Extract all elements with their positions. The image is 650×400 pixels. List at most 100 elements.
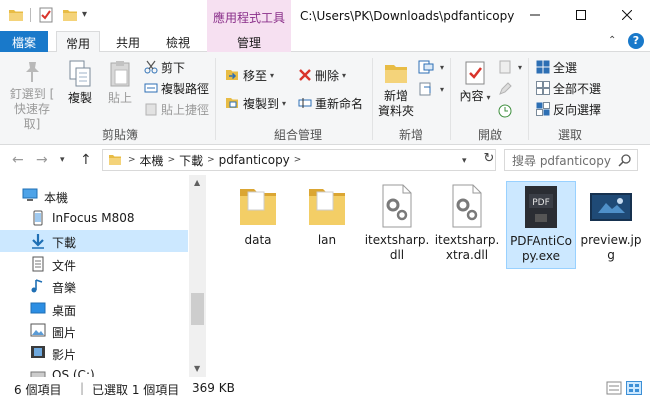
close-button[interactable] [604,0,650,30]
refresh-icon[interactable]: ↻ [480,151,498,169]
selection-count: 已選取 1 個項目 [92,383,180,397]
file-item-itextsharp-xtra-dll[interactable]: itextsharp. xtra.dll [432,183,502,263]
file-item-data[interactable]: data [223,183,293,248]
search-input[interactable]: 搜尋 pdfanticopy [504,149,638,171]
easy-access-button[interactable]: ▾ [418,80,444,98]
breadcrumb-chevron-icon[interactable]: > [128,155,136,165]
image-thumbnail-icon [590,193,632,221]
address-history-dropdown-icon[interactable]: ▾ [462,156,467,166]
move-to-button[interactable]: 移至 ▾ [224,66,274,84]
breadcrumb-pdfanticopy[interactable]: pdfanticopy [219,153,290,167]
pin-to-quick-access-button[interactable]: 釘選到 [ 快速存取] [6,60,58,132]
ribbon-tabs: 檔案 常用 共用 檢視 管理 ⌃ ? [0,31,650,53]
ribbon-collapse-icon[interactable]: ⌃ [608,35,616,46]
select-none-button[interactable]: 全部不選 [536,79,601,97]
pin-label-line1: 釘選到 [ [9,87,55,101]
easy-access-icon [419,82,431,96]
nav-item-documents[interactable]: 文件 [0,253,188,275]
new-item-caret: ▾ [440,62,445,72]
nav-item-pictures[interactable]: 圖片 [0,320,188,342]
nav-item-desktop[interactable]: 桌面 [0,298,188,320]
large-icons-view-icon[interactable] [626,381,642,395]
downloads-icon [32,234,44,249]
pictures-icon [30,323,46,337]
nav-pane-scrollbar[interactable]: ▲ ▼ [189,175,206,377]
details-view-icon[interactable] [606,381,622,395]
back-arrow-icon[interactable]: ← [12,152,24,168]
copy-to-button[interactable]: 複製到 ▾ [224,94,286,112]
nav-item-music[interactable]: 音樂 [0,275,188,297]
paste-label: 貼上 [107,91,132,105]
tab-manage[interactable]: 管理 [207,31,291,52]
rename-icon [298,98,312,108]
scroll-up-icon[interactable]: ▲ [194,178,200,187]
dll-file-icon [452,184,482,228]
videos-icon [31,346,45,358]
breadcrumb-this-pc[interactable]: 本機 [140,152,164,169]
tab-view[interactable]: 檢視 [158,31,198,52]
breadcrumb-downloads[interactable]: 下載 [179,152,203,169]
breadcrumb-chevron-icon[interactable]: > [294,155,302,165]
help-icon[interactable]: ? [628,33,644,49]
file-item-lan[interactable]: lan [292,183,362,248]
scrollbar-thumb[interactable] [191,293,204,325]
copy-label: 複製 [67,91,92,105]
breadcrumb-chevron-icon[interactable]: > [207,155,215,165]
tab-share[interactable]: 共用 [108,31,148,52]
delete-button[interactable]: 刪除 ▾ [298,66,346,84]
properties-button[interactable]: 內容 ▾ [456,60,494,105]
copy-path-button[interactable]: 複製路徑 [144,79,209,97]
rename-label: 重新命名 [315,96,364,111]
nav-item-os-drive[interactable]: OS (C:) [0,364,188,377]
new-folder-icon[interactable] [62,7,78,23]
new-item-button[interactable]: ▾ [418,58,444,76]
paste-button[interactable]: 貼上 [102,60,138,106]
nav-item-downloads[interactable]: 下載 [0,230,188,252]
rename-button[interactable]: 重新命名 [298,94,363,112]
open-button[interactable]: ▾ [498,58,522,76]
copy-button[interactable]: 複製 [62,60,98,106]
file-name: data [244,233,272,247]
edit-button[interactable] [498,80,515,98]
cut-button[interactable]: 剪下 [144,58,185,76]
scroll-down-icon[interactable]: ▼ [194,364,200,373]
quick-access-dropdown[interactable]: ▾ [82,9,87,20]
breadcrumb-chevron-icon[interactable]: > [168,155,176,165]
select-none-label: 全部不選 [553,81,602,96]
maximize-icon [576,10,586,20]
recent-locations-icon[interactable]: ▾ [60,155,65,165]
nav-item-label: InFocus M808 [52,211,135,225]
nav-item-this-pc[interactable]: 本機 [0,185,188,207]
file-item-itextsharp-dll[interactable]: itextsharp. dll [362,183,432,263]
nav-item-infocus-m808[interactable]: InFocus M808 [0,207,188,229]
new-group-label: 新增 [398,128,423,142]
maximize-button[interactable] [558,0,604,30]
new-item-icon [418,60,434,74]
minimize-button[interactable] [512,0,558,30]
file-item-pdfanticopy-exe[interactable]: PDF PDFAntiCo py.exe [506,181,576,269]
new-folder-button[interactable]: 新增 資料夾 [376,60,416,119]
paste-icon [110,61,130,87]
ribbon-group-divider [528,58,529,140]
desktop-icon [30,302,46,314]
nav-item-videos[interactable]: 影片 [0,342,188,364]
nav-item-label: 本機 [44,191,69,205]
nav-item-label: OS (C:) [52,368,95,377]
nav-item-label: 音樂 [52,281,77,295]
tab-file[interactable]: 檔案 [0,31,48,52]
invert-selection-button[interactable]: 反向選擇 [536,100,601,118]
copy-to-icon [226,98,238,108]
forward-arrow-icon[interactable]: → [36,152,48,168]
history-button[interactable] [498,102,515,120]
select-all-button[interactable]: 全選 [536,58,577,76]
address-bar[interactable]: > 本機 > 下載 > pdfanticopy > [102,149,496,171]
properties-icon[interactable] [38,7,54,23]
paste-shortcut-button[interactable]: 貼上捷徑 [144,100,209,118]
up-arrow-icon[interactable]: ↑ [80,152,92,168]
file-name-line1: preview.jp [580,233,642,247]
scissors-icon [144,60,158,74]
file-item-preview-jpg[interactable]: preview.jp g [576,183,646,263]
tab-home[interactable]: 常用 [56,31,100,53]
properties-icon [465,61,485,85]
folder-icon[interactable] [8,7,24,23]
